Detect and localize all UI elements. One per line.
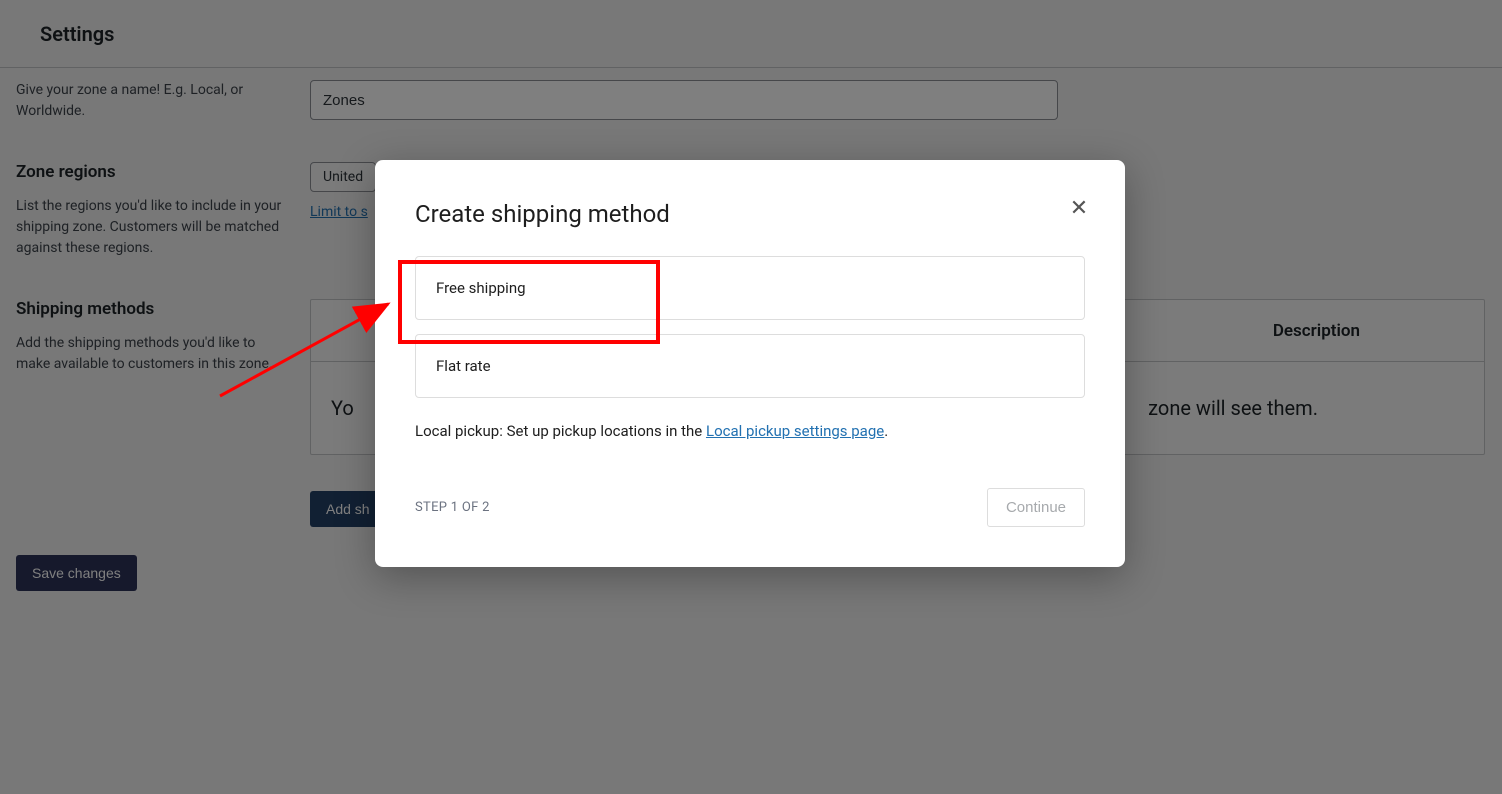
create-shipping-method-modal: Create shipping method ✕ Free shipping F…	[375, 160, 1125, 567]
option-free-shipping[interactable]: Free shipping	[415, 256, 1085, 320]
option-label: Free shipping	[436, 279, 526, 297]
step-indicator: STEP 1 OF 2	[415, 500, 490, 515]
option-label: Flat rate	[436, 357, 491, 375]
local-pickup-text: Local pickup: Set up pickup locations in…	[415, 422, 1085, 440]
continue-button[interactable]: Continue	[987, 488, 1085, 527]
option-flat-rate[interactable]: Flat rate	[415, 334, 1085, 398]
local-pickup-link[interactable]: Local pickup settings page	[706, 422, 884, 440]
modal-close-button[interactable]: ✕	[1067, 196, 1091, 220]
modal-footer: STEP 1 OF 2 Continue	[415, 488, 1085, 527]
local-pickup-prefix: Local pickup: Set up pickup locations in…	[415, 422, 706, 440]
modal-title: Create shipping method	[415, 200, 1085, 228]
period: .	[884, 422, 888, 440]
close-icon: ✕	[1070, 195, 1088, 220]
